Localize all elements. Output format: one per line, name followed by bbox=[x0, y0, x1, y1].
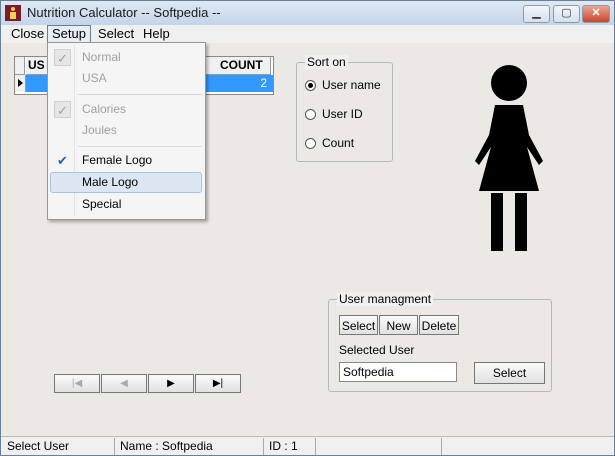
minimize-button[interactable]: ▁ bbox=[523, 5, 550, 23]
menu-separator bbox=[78, 146, 202, 147]
selected-user-field[interactable]: Softpedia bbox=[339, 362, 457, 382]
menu-item-female-logo[interactable]: ✔ Female Logo bbox=[50, 150, 202, 171]
radio-user-name-label: User name bbox=[322, 78, 381, 92]
sort-on-group: Sort on User name User ID Count bbox=[296, 55, 393, 162]
menu-item-normal[interactable]: ✓ Normal bbox=[50, 47, 202, 68]
prev-record-button[interactable]: ◀ bbox=[101, 374, 147, 393]
last-record-button[interactable]: ▶| bbox=[195, 374, 241, 393]
select-tab-button[interactable]: Select bbox=[339, 315, 378, 335]
menu-close[interactable]: Close bbox=[7, 25, 48, 42]
radio-count-label: Count bbox=[322, 136, 355, 150]
check-icon: ✔ bbox=[57, 153, 68, 168]
radio-dot-icon bbox=[305, 138, 316, 149]
person-icon[interactable] bbox=[5, 5, 21, 21]
status-panel-right bbox=[443, 438, 612, 455]
user-management-legend: User managment bbox=[337, 292, 434, 306]
menu-help[interactable]: Help bbox=[139, 25, 174, 42]
new-tab-button[interactable]: New bbox=[379, 315, 418, 335]
maximize-button[interactable]: ▢ bbox=[553, 5, 580, 23]
check-icon: ✓ bbox=[54, 101, 71, 118]
menu-item-male-logo-label: Male Logo bbox=[82, 175, 139, 189]
menu-item-usa[interactable]: USA bbox=[50, 68, 202, 89]
female-figure-icon bbox=[475, 65, 543, 251]
first-record-button[interactable]: |◀ bbox=[54, 374, 100, 393]
menu-item-joules-label: Joules bbox=[82, 123, 117, 137]
menu-item-calories-label: Calories bbox=[82, 102, 127, 116]
menu-item-male-logo[interactable]: Male Logo bbox=[50, 172, 202, 193]
status-bar: Select User Name : Softpedia ID : 1 bbox=[1, 436, 614, 455]
next-record-button[interactable]: ▶ bbox=[148, 374, 194, 393]
user-management-group: User managment Select New Delete Selecte… bbox=[328, 292, 552, 392]
delete-tab-button[interactable]: Delete bbox=[419, 315, 459, 335]
window-title: Nutrition Calculator -- Softpedia -- bbox=[27, 5, 221, 20]
row-indicator-icon bbox=[15, 75, 26, 92]
setup-menu: ✓ Normal USA ✓ Calories Joules ✔ Female … bbox=[47, 42, 206, 220]
menu-separator bbox=[78, 94, 202, 95]
check-icon: ✓ bbox=[54, 49, 71, 66]
menu-item-normal-label: Normal bbox=[82, 50, 121, 64]
menu-item-joules[interactable]: Joules bbox=[50, 120, 202, 141]
menu-select[interactable]: Select bbox=[94, 25, 138, 42]
status-name: Name : Softpedia bbox=[116, 438, 264, 455]
status-text: Select User bbox=[3, 438, 115, 455]
sort-on-legend: Sort on bbox=[305, 55, 348, 69]
menu-bar: Close Setup Select Help bbox=[1, 25, 614, 44]
status-id: ID : 1 bbox=[265, 438, 316, 455]
radio-dot-icon bbox=[305, 80, 316, 91]
selected-user-label: Selected User bbox=[339, 343, 415, 357]
menu-item-female-logo-label: Female Logo bbox=[82, 153, 153, 167]
title-bar[interactable]: Nutrition Calculator -- Softpedia -- ▁ ▢… bbox=[1, 1, 614, 25]
record-navigator: |◀ ◀ ▶ ▶| bbox=[54, 374, 242, 393]
app-window: Nutrition Calculator -- Softpedia -- ▁ ▢… bbox=[0, 0, 615, 456]
menu-item-special[interactable]: Special bbox=[50, 194, 202, 215]
select-user-button[interactable]: Select bbox=[474, 362, 545, 384]
menu-item-special-label: Special bbox=[82, 197, 122, 211]
radio-user-id-label: User ID bbox=[322, 107, 363, 121]
grid-header-count[interactable]: COUNT bbox=[218, 57, 271, 75]
menu-item-usa-label: USA bbox=[82, 71, 107, 85]
grid-corner bbox=[15, 57, 25, 75]
radio-dot-icon bbox=[305, 109, 316, 120]
status-panel-empty bbox=[317, 438, 442, 455]
row-count: 2 bbox=[260, 76, 267, 90]
menu-item-calories[interactable]: ✓ Calories bbox=[50, 99, 202, 120]
close-window-button[interactable]: ✕ bbox=[582, 5, 610, 23]
